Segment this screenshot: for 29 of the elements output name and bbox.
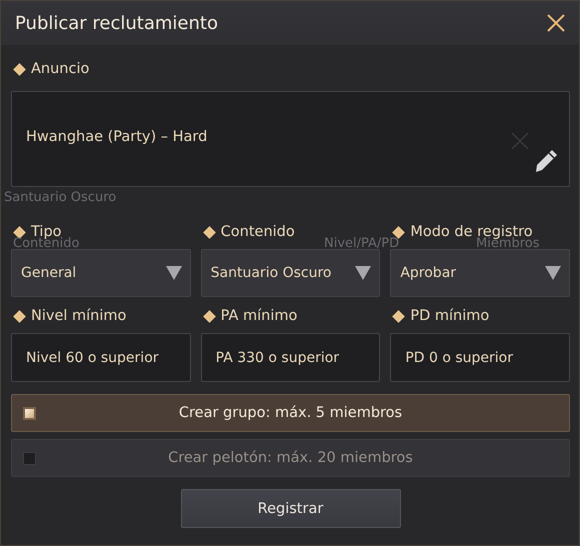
option-row[interactable]: Crear pelotón: máx. 20 miembros [11,439,570,477]
input-field[interactable]: Nivel 60 o superior [11,333,191,382]
option-row[interactable]: Crear grupo: máx. 5 miembros [11,394,570,432]
dropdown[interactable]: General [11,249,191,297]
register-button[interactable]: Registrar [180,489,400,528]
checkbox[interactable] [23,406,36,420]
background-text: Santuario Oscuro [4,191,116,205]
announcement-field[interactable]: Hwanghae (Party) – Hard [11,91,570,187]
dropdown[interactable]: Aprobar [390,249,570,297]
field-label: Anuncio [31,61,90,77]
checkbox[interactable] [23,452,36,464]
background-text: Miembros [476,237,540,251]
background-text: Nivel/PA/PD [324,237,400,251]
pencil-icon[interactable] [533,148,559,174]
announcement-text: Hwanghae (Party) – Hard [26,129,208,145]
caret-icon [166,266,182,280]
background-text: Contenido [13,237,80,251]
input-field[interactable]: PD 0 o superior [390,333,570,382]
window-title: Publicar reclutamiento [15,12,218,34]
field-label: Nivel mínimo [31,308,126,324]
caret-icon [355,266,372,280]
caret-icon [545,266,561,280]
field-label: PA mínimo [220,308,298,324]
field-label: Tipo [31,224,62,240]
field-label: Contenido [220,224,295,240]
dropdown[interactable]: Santuario Oscuro [200,249,380,297]
input-field[interactable]: PA 330 o superior [200,333,380,382]
field-label: PD mínimo [410,308,490,324]
close-button[interactable] [545,12,567,34]
